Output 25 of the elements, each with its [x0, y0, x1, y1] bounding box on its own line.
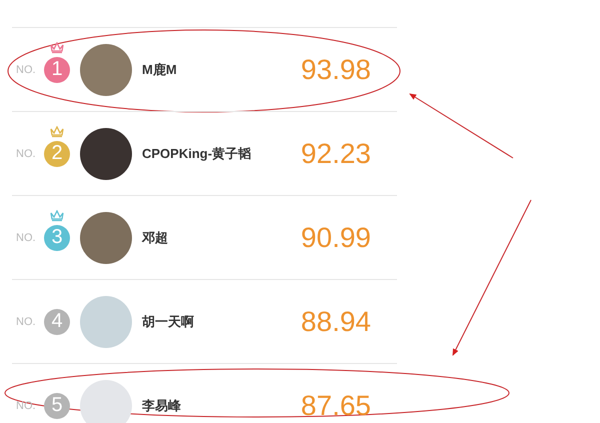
score: 87.65 [300, 390, 371, 422]
rank-prefix: NO. [16, 232, 37, 244]
rank-prefix: NO. [16, 64, 37, 76]
user-name: 胡一天啊 [142, 312, 195, 330]
rank-badge: 4 [44, 308, 70, 334]
avatar-photo-placeholder [80, 296, 132, 348]
avatar-photo-placeholder [80, 128, 132, 180]
rank-prefix: NO. [16, 148, 37, 160]
rank-prefix: NO. [16, 316, 37, 328]
avatar-photo-placeholder [80, 380, 132, 423]
rank-badge: 5 [44, 392, 70, 418]
user-name: 邓超 [142, 228, 169, 246]
rank-badge: 2 [44, 140, 70, 166]
rank-badge: 3 [44, 224, 70, 250]
score: 93.98 [300, 54, 371, 86]
score: 88.94 [300, 306, 371, 338]
avatar-photo-placeholder [80, 212, 132, 264]
score: 92.23 [300, 138, 371, 170]
rank-badge: 1 [44, 56, 70, 82]
avatar-photo-placeholder [80, 44, 132, 96]
user-name: M鹿M [142, 60, 178, 78]
user-name: CPOPKing-黄子韬 [142, 144, 252, 162]
rank-prefix: NO. [16, 400, 37, 412]
score: 90.99 [300, 222, 371, 254]
user-name: 李易峰 [142, 396, 182, 414]
